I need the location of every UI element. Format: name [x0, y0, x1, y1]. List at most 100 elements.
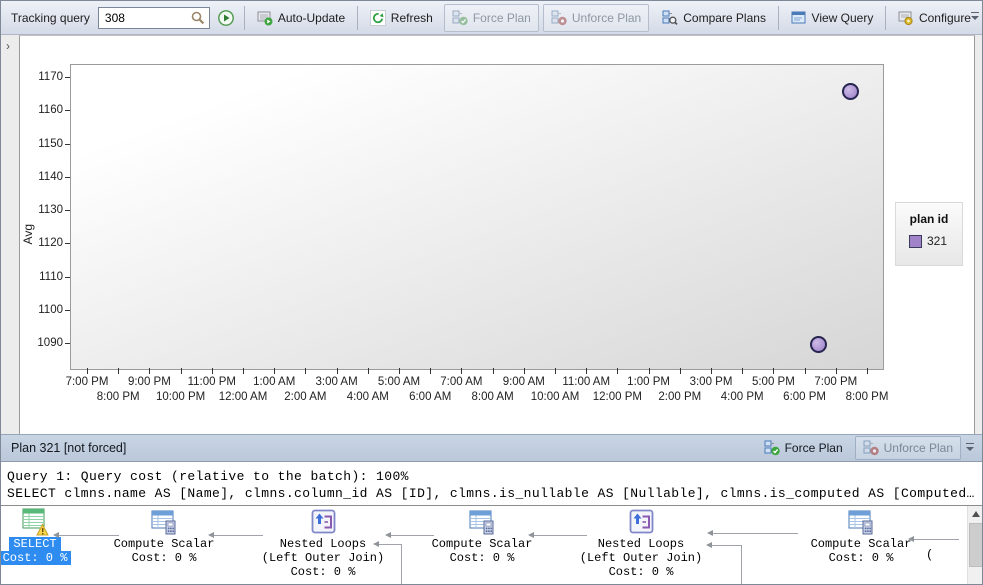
plan-status-bar: Plan 321 [not forced] Force Plan Unforce…	[1, 434, 983, 462]
x-axis-tickmark	[181, 368, 182, 374]
plan-node-select[interactable]: SELECTCost: 0 %	[1, 508, 101, 565]
x-axis-tickmark	[274, 368, 275, 374]
x-axis-tick-label: 7:00 PM	[56, 375, 118, 389]
x-axis-tick-label: 2:00 PM	[649, 390, 711, 404]
plan-connector	[914, 539, 959, 540]
x-axis-tick-label: 3:00 AM	[306, 375, 368, 389]
plan-node-nested-loops-2[interactable]: Nested Loops(Left Outer Join)Cost: 0 %	[575, 508, 707, 579]
x-axis-tickmark	[305, 368, 306, 374]
x-axis-tickmark	[586, 368, 587, 374]
unforce-plan-label: Unforce Plan	[884, 441, 953, 455]
x-axis-tick-label: 6:00 AM	[399, 390, 461, 404]
x-axis-tick-label: 11:00 PM	[181, 375, 243, 389]
x-axis-tickmark	[337, 368, 338, 374]
x-axis-tickmark	[149, 368, 150, 374]
query-text-pane[interactable]: Query 1: Query cost (relative to the bat…	[1, 462, 983, 506]
x-axis-tick-label: 5:00 AM	[368, 375, 430, 389]
x-axis-tick-label: 10:00 PM	[150, 390, 212, 404]
scatter-point-plan-321[interactable]	[842, 83, 859, 100]
tracking-query-label: Tracking query	[11, 11, 90, 25]
y-axis-tick-label: 1150	[20, 137, 63, 151]
plan-connector-elbow	[401, 544, 402, 585]
force-plan-icon	[452, 10, 468, 26]
refresh-icon	[370, 10, 386, 26]
x-axis-tickmark	[805, 368, 806, 374]
refresh-button[interactable]: Refresh	[363, 5, 440, 31]
unforce-plan-button-top[interactable]: Unforce Plan	[543, 4, 649, 32]
force-plan-label: Force Plan	[473, 11, 531, 25]
toolbar-overflow-button[interactable]	[970, 10, 981, 24]
compare-plans-button[interactable]: Compare Plans	[655, 5, 773, 31]
y-axis-tick-label: 1160	[20, 103, 63, 117]
query-cost-line: Query 1: Query cost (relative to the bat…	[7, 468, 983, 485]
legend-title: plan id	[896, 212, 962, 226]
x-axis-tick-label: 7:00 AM	[430, 375, 492, 389]
run-tracking-button[interactable]	[213, 5, 239, 31]
force-plan-button[interactable]: Force Plan	[757, 437, 850, 459]
x-axis-tickmark	[368, 368, 369, 374]
x-axis-tickmark	[212, 368, 213, 374]
y-axis-tick-label: 1140	[20, 170, 63, 184]
unforce-plan-button[interactable]: Unforce Plan	[855, 436, 961, 460]
x-axis-tickmark	[867, 368, 868, 374]
x-axis-tickmark	[493, 368, 494, 374]
plan-bar-overflow-button[interactable]	[965, 441, 976, 455]
configure-button[interactable]: Configure	[891, 5, 978, 31]
plan-node-nested-loops-1[interactable]: Nested Loops(Left Outer Join)Cost: 0 %	[257, 508, 389, 579]
scrollbar-thumb[interactable]	[969, 523, 983, 567]
auto-update-button[interactable]: Auto-Update	[250, 5, 352, 31]
plan-node-label: Cost: 0 %	[257, 565, 389, 579]
query-sql-line: SELECT clmns.name AS [Name], clmns.colum…	[7, 485, 983, 502]
y-axis-tickmark	[65, 343, 70, 344]
x-axis-tickmark	[649, 368, 650, 374]
x-axis-tick-label: 7:00 PM	[805, 375, 867, 389]
y-axis-tick-label: 1110	[20, 270, 63, 284]
nested-loops-icon	[575, 508, 707, 537]
force-plan-button-top[interactable]: Force Plan	[444, 4, 539, 32]
auto-update-icon	[257, 10, 273, 26]
x-axis-tick-label: 5:00 PM	[742, 375, 804, 389]
x-axis-tick-label: 4:00 AM	[337, 390, 399, 404]
query-store-tracked-queries-window: Tracking query Auto-Update Refresh	[0, 0, 983, 585]
plan-connector	[391, 535, 434, 536]
scroll-up-button[interactable]	[968, 506, 983, 522]
unforce-plan-icon	[551, 10, 567, 26]
y-axis-tickmark	[65, 77, 70, 78]
plan-pane-scrollbar[interactable]	[967, 506, 983, 585]
x-axis-tickmark	[524, 368, 525, 374]
search-icon[interactable]	[190, 10, 206, 26]
plan-connector-elbow	[379, 544, 401, 545]
view-query-button[interactable]: View Query	[784, 5, 881, 31]
y-axis-tickmark	[65, 310, 70, 311]
y-axis-tickmark	[65, 210, 70, 211]
y-axis-tick-label: 1170	[20, 70, 63, 84]
x-axis-tick-label: 4:00 PM	[711, 390, 773, 404]
force-plan-icon	[764, 440, 780, 456]
x-axis-tick-label: 1:00 PM	[618, 375, 680, 389]
play-icon	[217, 9, 235, 27]
chart-panel: Avg 109011001110112011301140115011601170…	[19, 35, 975, 434]
compute-scalar-icon	[795, 508, 927, 537]
chart-area: › Avg 1090110011101120113011401150116011…	[1, 35, 983, 434]
unforce-plan-icon	[863, 440, 879, 456]
plan-node-label: Cost: 0 %	[1, 551, 101, 565]
x-axis-tick-label: 12:00 AM	[212, 390, 274, 404]
x-axis-tickmark	[836, 368, 837, 374]
expand-panel-chevron-icon[interactable]: ›	[6, 39, 10, 53]
toolbar-separator	[244, 6, 245, 30]
x-axis-tickmark	[87, 368, 88, 374]
legend-entry[interactable]: 321	[909, 234, 962, 248]
plan-status-text: Plan 321 [not forced]	[11, 441, 126, 455]
collapsed-side-panel[interactable]: ›	[1, 35, 19, 434]
view-query-icon	[791, 10, 807, 26]
x-axis-tick-label: 11:00 AM	[555, 375, 617, 389]
scatter-plot-area[interactable]	[70, 64, 884, 370]
x-axis-tick-label: 8:00 PM	[836, 390, 898, 404]
x-axis-tickmark	[243, 368, 244, 374]
execution-plan-pane[interactable]: SELECTCost: 0 %Compute ScalarCost: 0 %Ne…	[1, 506, 983, 585]
y-axis-tickmark	[65, 144, 70, 145]
scatter-point-plan-321[interactable]	[810, 336, 827, 353]
select-result-icon	[1, 508, 101, 537]
refresh-label: Refresh	[391, 11, 433, 25]
x-axis-tick-label: 2:00 AM	[274, 390, 336, 404]
